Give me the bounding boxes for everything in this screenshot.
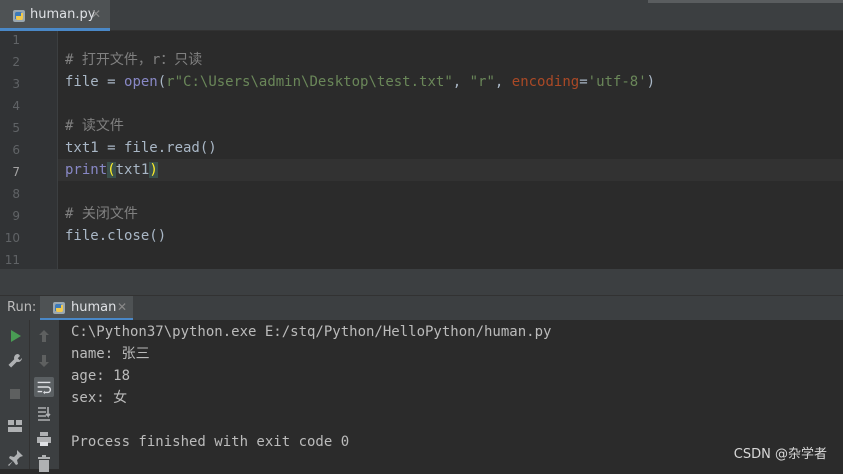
tab-scrollbar[interactable]	[648, 0, 843, 3]
console-line: name: 张三	[71, 346, 150, 362]
scroll-to-end-icon[interactable]	[34, 404, 54, 424]
close-icon[interactable]: ✕	[117, 300, 127, 314]
wrench-icon[interactable]	[5, 351, 25, 371]
code-line-5: # 读文件	[65, 118, 124, 134]
console-line: Process finished with exit code 0	[71, 434, 350, 450]
line-number: 11	[4, 253, 20, 267]
python-file-icon	[53, 302, 65, 314]
code-token-builtin: open	[124, 74, 158, 90]
console-line: C:\Python37\python.exe E:/stq/Python/Hel…	[71, 324, 552, 340]
editor-tab-human-py[interactable]: human.py ✕	[0, 0, 110, 31]
layout-icon[interactable]	[5, 416, 25, 436]
print-icon[interactable]	[34, 429, 54, 449]
code-token-string: 'utf-8'	[587, 74, 647, 90]
line-number: 2	[12, 55, 20, 69]
rerun-icon[interactable]	[5, 326, 25, 346]
arrow-down-icon[interactable]	[34, 351, 54, 371]
code-line-3: file = open(r"C:\Users\admin\Desktop\tes…	[65, 71, 655, 93]
code-token: =	[98, 74, 125, 90]
bracket-match: (	[107, 162, 116, 178]
code-line-10: file.close()	[65, 228, 167, 244]
line-number-gutter: 1 2 3 4 5 6 7 8 9 10 11	[0, 31, 58, 269]
run-tab-human[interactable]: human ✕	[40, 296, 133, 321]
line-number: 5	[12, 121, 20, 135]
soft-wrap-icon[interactable]	[34, 377, 54, 397]
panel-splitter[interactable]	[0, 269, 843, 295]
console-line: sex: 女	[71, 390, 128, 406]
code-token-keyword-arg: encoding	[511, 74, 580, 90]
code-token: )	[646, 74, 656, 90]
run-left-toolbar	[0, 320, 29, 469]
console-line: age: 18	[71, 368, 131, 384]
run-panel-header: Run: human ✕	[0, 295, 843, 321]
line-number: 8	[12, 187, 20, 201]
editor-tab-label: human.py	[30, 7, 96, 22]
line-number: 1	[12, 33, 20, 47]
run-console-output[interactable]: C:\Python37\python.exe E:/stq/Python/Hel…	[59, 320, 843, 469]
code-token: =	[579, 74, 588, 90]
python-file-icon	[13, 10, 25, 22]
watermark: CSDN @杂学者	[733, 447, 827, 462]
code-token-string: "r"	[469, 74, 495, 90]
code-token: file	[65, 74, 99, 90]
code-line-6: txt1 = file.read()	[65, 140, 217, 156]
trash-icon[interactable]	[34, 454, 54, 474]
line-number: 9	[12, 209, 20, 223]
line-number: 10	[4, 231, 20, 245]
code-editor[interactable]: 1 2 3 4 5 6 7 8 9 10 11 # 打开文件，r：只读 file…	[0, 31, 843, 269]
stop-icon[interactable]	[5, 384, 25, 404]
pin-icon[interactable]	[5, 448, 25, 468]
close-icon[interactable]: ✕	[91, 7, 101, 21]
line-number: 3	[12, 77, 20, 91]
line-number-current: 7	[12, 165, 20, 179]
code-token: ,	[494, 74, 512, 90]
line-number: 6	[12, 143, 20, 157]
current-line-highlight	[58, 159, 843, 181]
run-label: Run:	[7, 300, 37, 315]
run-console-toolbar	[29, 320, 59, 472]
code-line-7: print(txt1)	[65, 159, 158, 181]
code-token: ,	[452, 74, 470, 90]
code-token: (	[157, 74, 167, 90]
code-token-string: r"C:\Users\admin\Desktop\test.txt"	[166, 74, 453, 90]
code-token: txt1	[115, 162, 150, 178]
bracket-match: )	[149, 162, 158, 178]
editor-tab-bar: human.py ✕	[0, 0, 843, 31]
line-number: 4	[12, 99, 20, 113]
run-tab-label: human	[71, 300, 117, 315]
arrow-up-icon[interactable]	[34, 326, 54, 346]
code-line-2: # 打开文件，r：只读	[65, 52, 203, 68]
code-line-9: # 关闭文件	[65, 206, 138, 222]
code-token-builtin: print	[65, 162, 108, 178]
